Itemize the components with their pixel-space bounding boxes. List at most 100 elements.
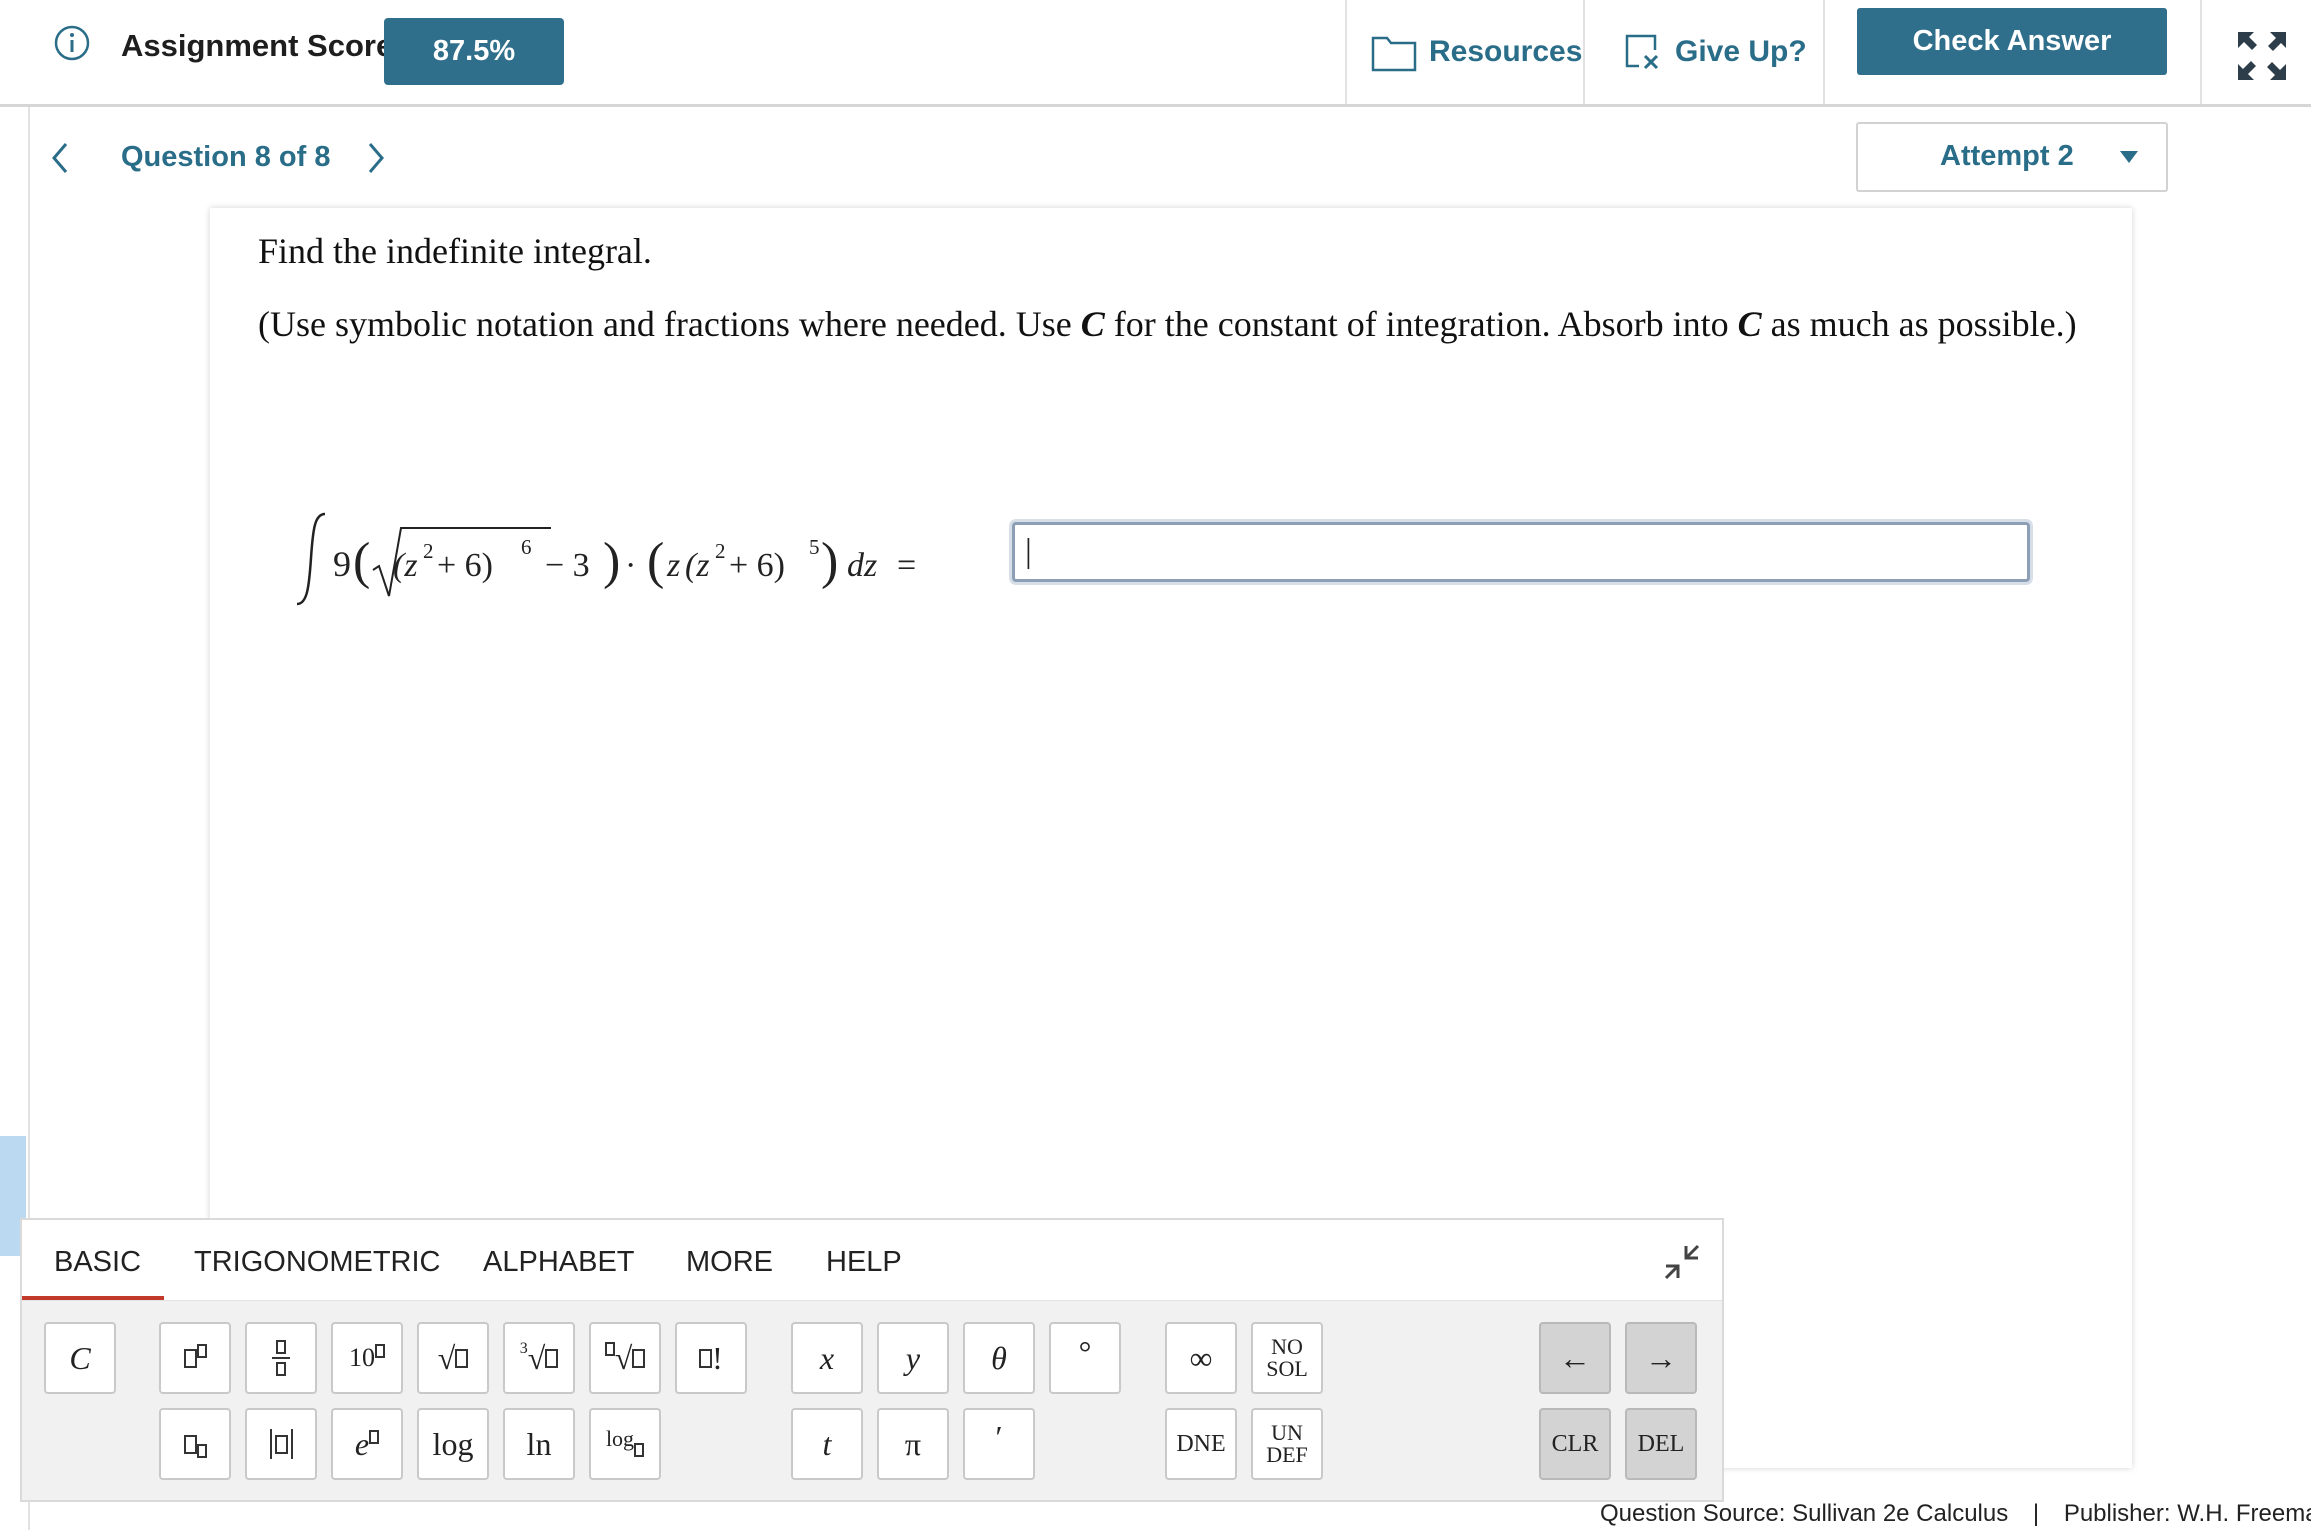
key-label: °	[1078, 1333, 1092, 1370]
math-keyboard: BASIC TRIGONOMETRIC ALPHABET MORE HELP C…	[20, 1218, 1724, 1502]
attempt-label: Attempt 2	[1940, 140, 2074, 172]
key-log-base[interactable]: log	[589, 1408, 661, 1480]
key-pi[interactable]: π	[877, 1408, 949, 1480]
give-up-button[interactable]: Give Up?	[1623, 22, 1807, 82]
key-constant-c[interactable]: C	[44, 1322, 116, 1394]
key-label: log	[605, 1426, 635, 1451]
key-prime[interactable]: ′	[963, 1408, 1035, 1480]
math-z: z	[666, 547, 680, 584]
math-exp: 2	[715, 539, 726, 563]
divider	[1345, 0, 1347, 104]
key-label: DEL	[1637, 1430, 1685, 1457]
footer-separator: |	[2032, 1500, 2040, 1527]
paren: (	[353, 533, 370, 590]
key-label: θ	[991, 1339, 1007, 1376]
tab-help[interactable]: HELP	[826, 1246, 902, 1279]
key-fraction[interactable]	[245, 1322, 317, 1394]
give-up-label: Give Up?	[1675, 35, 1807, 68]
key-log[interactable]: log	[417, 1408, 489, 1480]
prev-question-icon[interactable]	[46, 140, 76, 176]
key-label: 10	[349, 1343, 375, 1372]
key-ln[interactable]: ln	[503, 1408, 575, 1480]
collapse-icon[interactable]	[1662, 1242, 1702, 1282]
info-icon[interactable]	[54, 25, 90, 61]
integral-sign	[296, 512, 326, 606]
math-eq: =	[897, 547, 916, 584]
key-clear[interactable]: CLR	[1539, 1408, 1611, 1480]
key-label: e	[354, 1425, 370, 1462]
score-badge: 87.5%	[384, 18, 564, 85]
key-label: t	[822, 1425, 832, 1462]
key-label: ln	[526, 1425, 552, 1462]
caret-down-icon	[2120, 151, 2138, 163]
key-label: ′	[995, 1418, 1003, 1455]
next-question-icon[interactable]	[360, 140, 390, 176]
paren: (	[647, 533, 664, 590]
note-part: (Use symbolic notation and fractions whe…	[258, 304, 1081, 344]
key-factorial[interactable]: !	[675, 1322, 747, 1394]
key-dne[interactable]: DNE	[1165, 1408, 1237, 1480]
key-square-root[interactable]: √	[417, 1322, 489, 1394]
divider	[1583, 0, 1585, 104]
key-label: log	[432, 1425, 474, 1462]
key-delete[interactable]: DEL	[1625, 1408, 1697, 1480]
math-z: (z	[393, 547, 418, 584]
key-infinity[interactable]: ∞	[1165, 1322, 1237, 1394]
key-exponential[interactable]: e	[331, 1408, 403, 1480]
math-minus3: − 3	[545, 547, 590, 584]
key-cube-root[interactable]: 3 √	[503, 1322, 575, 1394]
key-label: y	[905, 1339, 921, 1376]
tab-more[interactable]: MORE	[686, 1246, 773, 1279]
key-label: →	[1645, 1339, 1677, 1376]
math-exp: 2	[423, 539, 434, 563]
math-plus6: + 6)	[729, 547, 785, 584]
key-power[interactable]	[159, 1322, 231, 1394]
key-t[interactable]: t	[791, 1408, 863, 1480]
key-label: ←	[1559, 1339, 1591, 1376]
key-x[interactable]: x	[791, 1322, 863, 1394]
key-label: !	[712, 1339, 723, 1376]
key-label: NO SOL	[1266, 1334, 1308, 1381]
fullscreen-icon[interactable]	[2236, 30, 2288, 82]
key-nth-root[interactable]: √	[589, 1322, 661, 1394]
note-part: for the constant of integration. Absorb …	[1104, 304, 1738, 344]
answer-value: |	[1025, 533, 1032, 570]
math-dot: ·	[625, 547, 636, 584]
key-undefined[interactable]: UN DEF	[1251, 1408, 1323, 1480]
key-degree[interactable]: °	[1049, 1322, 1121, 1394]
key-no-solution[interactable]: NO SOL	[1251, 1322, 1323, 1394]
key-y[interactable]: y	[877, 1322, 949, 1394]
resources-button[interactable]: Resources	[1371, 22, 1582, 82]
answer-input[interactable]: |	[1012, 522, 2030, 582]
question-source: Question Source: Sullivan 2e Calculus	[1600, 1500, 2009, 1527]
key-absolute-value[interactable]	[245, 1408, 317, 1480]
math-z: (z	[685, 547, 710, 584]
paren: )	[821, 533, 838, 590]
key-label: CLR	[1551, 1430, 1599, 1457]
key-subscript[interactable]	[159, 1408, 231, 1480]
tab-trigonometric[interactable]: TRIGONOMETRIC	[194, 1246, 441, 1279]
divider	[2200, 0, 2202, 104]
give-up-icon	[1625, 34, 1659, 70]
key-label: DNE	[1176, 1430, 1226, 1457]
key-ten-power[interactable]: 10	[331, 1322, 403, 1394]
math-exp: 5	[809, 535, 820, 559]
check-answer-button[interactable]: Check Answer	[1857, 8, 2167, 75]
integral-expression: 9 ( (z 2 + 6) 6 − 3 ) · ( z (z 2 + 6) 5 …	[296, 512, 916, 606]
tab-basic[interactable]: BASIC	[54, 1246, 141, 1279]
key-label: ∞	[1189, 1339, 1213, 1376]
key-label: UN DEF	[1266, 1420, 1308, 1467]
key-right-arrow[interactable]: →	[1625, 1322, 1697, 1394]
math-coef: 9	[333, 544, 351, 584]
key-theta[interactable]: θ	[963, 1322, 1035, 1394]
publisher: Publisher: W.H. Freeman	[2063, 1500, 2311, 1527]
active-tab-indicator	[22, 1296, 164, 1300]
key-left-arrow[interactable]: ←	[1539, 1322, 1611, 1394]
question-note: (Use symbolic notation and fractions whe…	[258, 303, 2077, 345]
resources-label: Resources	[1429, 35, 1583, 68]
keyboard-tabs: BASIC TRIGONOMETRIC ALPHABET MORE HELP	[22, 1220, 1722, 1301]
math-plus6: + 6)	[437, 547, 493, 584]
tab-alphabet[interactable]: ALPHABET	[483, 1246, 635, 1279]
attempt-dropdown[interactable]: Attempt 2	[1856, 122, 2168, 192]
question-label: Question 8 of 8	[121, 141, 331, 173]
